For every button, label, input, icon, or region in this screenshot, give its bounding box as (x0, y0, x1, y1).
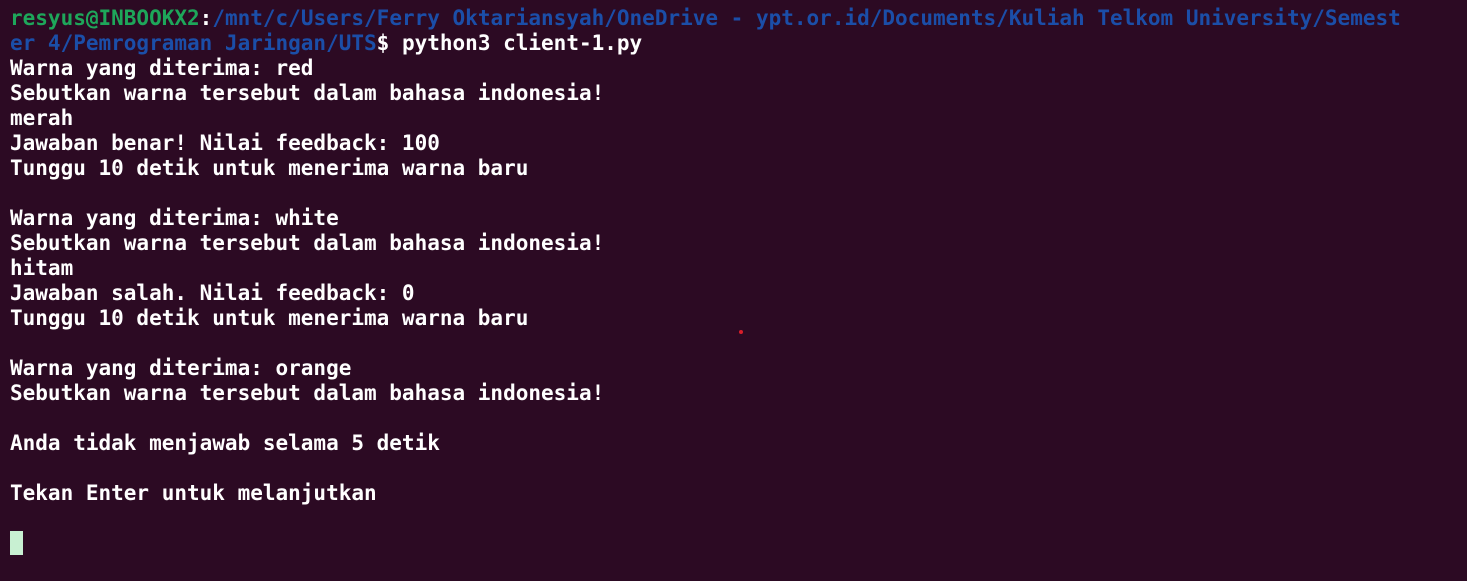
text-cursor[interactable] (10, 531, 23, 555)
output-line: Sebutkan warna tersebut dalam bahasa ind… (10, 231, 605, 255)
output-line: Warna yang diterima: red (10, 56, 314, 80)
prompt-colon: : (199, 6, 213, 30)
output-line: Tekan Enter untuk melanjutkan (10, 481, 377, 505)
output-line: Jawaban salah. Nilai feedback: 0 (10, 281, 415, 305)
output-line: merah (10, 106, 74, 130)
output-line: Tunggu 10 detik untuk menerima warna bar… (10, 306, 529, 330)
prompt-path-part-2: er 4/Pemrograman Jaringan/UTS (10, 31, 377, 55)
output-line: Anda tidak menjawab selama 5 detik (10, 431, 440, 455)
mouse-pointer-dot (739, 330, 743, 334)
output-line: Jawaban benar! Nilai feedback: 100 (10, 131, 440, 155)
output-line: Warna yang diterima: white (10, 206, 339, 230)
input-line[interactable] (10, 531, 1457, 556)
terminal-window[interactable]: resyus@INBOOKX2:/mnt/c/Users/Ferry Oktar… (0, 0, 1467, 581)
output-line: Sebutkan warna tersebut dalam bahasa ind… (10, 381, 605, 405)
prompt-user-host: resyus@INBOOKX2 (10, 6, 200, 30)
prompt-path-part-1: /mnt/c/Users/Ferry Oktariansyah/OneDrive… (212, 6, 1401, 30)
output-line: Tunggu 10 detik untuk menerima warna bar… (10, 156, 529, 180)
prompt-dollar: $ (376, 31, 390, 55)
prompt-line-1: resyus@INBOOKX2:/mnt/c/Users/Ferry Oktar… (10, 6, 1457, 31)
output-line: hitam (10, 256, 74, 280)
prompt-line-2: er 4/Pemrograman Jaringan/UTS$ python3 c… (10, 31, 1457, 56)
prompt-command: python3 client-1.py (389, 31, 643, 55)
output-line: Sebutkan warna tersebut dalam bahasa ind… (10, 81, 605, 105)
output-line: Warna yang diterima: orange (10, 356, 352, 380)
